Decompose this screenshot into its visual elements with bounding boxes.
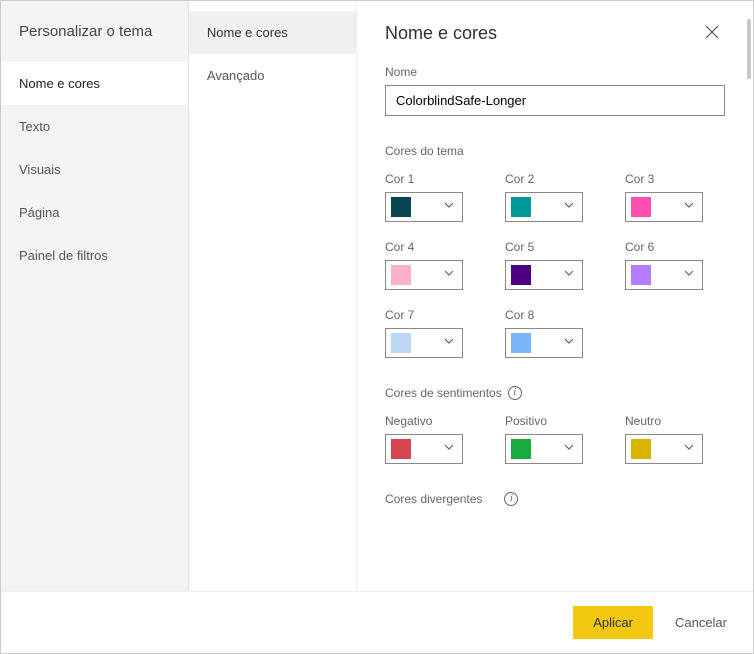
cancel-button[interactable]: Cancelar [671, 606, 731, 639]
color-label: Negativo [385, 414, 485, 428]
sidebar-item-visuais[interactable]: Visuais [1, 148, 188, 191]
dialog-footer: Aplicar Cancelar [1, 591, 753, 653]
theme-colors-grid: Cor 1 Cor 2 Cor 3 [385, 172, 725, 358]
color-swatch [511, 197, 531, 217]
color-cell-neutral: Neutro [625, 414, 725, 464]
chevron-down-icon [444, 338, 454, 348]
sidebar-primary: Personalizar o tema Nome e cores Texto V… [1, 1, 189, 591]
sentiment-label-text: Cores de sentimentos [385, 386, 502, 400]
color-swatch [391, 333, 411, 353]
chevron-down-icon [564, 270, 574, 280]
sidebar-item-label: Nome e cores [19, 76, 100, 91]
chevron-down-icon [444, 202, 454, 212]
color-label: Cor 8 [505, 308, 605, 322]
color-label: Cor 4 [385, 240, 485, 254]
color-label: Cor 5 [505, 240, 605, 254]
sentiment-colors-label: Cores de sentimentos i [385, 386, 725, 400]
subtab-label: Nome e cores [207, 25, 288, 40]
theme-name-input[interactable] [385, 85, 725, 116]
dialog-title: Personalizar o tema [1, 11, 188, 62]
color-cell-6: Cor 6 [625, 240, 725, 290]
name-label: Nome [385, 65, 725, 79]
chevron-down-icon [564, 338, 574, 348]
divergent-label-text: Cores divergentes [385, 492, 482, 506]
content-scroll[interactable]: Nome Cores do tema Cor 1 [357, 55, 753, 591]
color-cell-2: Cor 2 [505, 172, 605, 222]
chevron-down-icon [564, 444, 574, 454]
theme-dialog: Personalizar o tema Nome e cores Texto V… [0, 0, 754, 654]
color-swatch [511, 333, 531, 353]
color-cell-3: Cor 3 [625, 172, 725, 222]
color-picker-4[interactable] [385, 260, 463, 290]
color-swatch [391, 439, 411, 459]
close-button[interactable] [699, 23, 725, 45]
color-label: Cor 3 [625, 172, 725, 186]
color-label: Cor 6 [625, 240, 725, 254]
color-picker-1[interactable] [385, 192, 463, 222]
color-picker-7[interactable] [385, 328, 463, 358]
color-picker-8[interactable] [505, 328, 583, 358]
color-label: Cor 2 [505, 172, 605, 186]
content-pane: Nome e cores Nome Cores do tema Cor 1 [357, 1, 753, 591]
sidebar-secondary: Nome e cores Avançado [189, 1, 357, 591]
sidebar-item-label: Painel de filtros [19, 248, 108, 263]
chevron-down-icon [684, 202, 694, 212]
color-swatch [391, 265, 411, 285]
color-picker-2[interactable] [505, 192, 583, 222]
sidebar-item-nome-e-cores[interactable]: Nome e cores [1, 62, 188, 105]
info-icon[interactable]: i [508, 386, 522, 400]
sidebar-item-label: Texto [19, 119, 50, 134]
sentiment-colors-grid: Negativo Positivo Ne [385, 414, 725, 464]
color-cell-8: Cor 8 [505, 308, 605, 358]
content-header: Nome e cores [357, 1, 753, 55]
color-cell-5: Cor 5 [505, 240, 605, 290]
apply-button[interactable]: Aplicar [573, 606, 653, 639]
color-cell-negative: Negativo [385, 414, 485, 464]
dialog-main: Personalizar o tema Nome e cores Texto V… [1, 1, 753, 591]
color-cell-4: Cor 4 [385, 240, 485, 290]
sidebar-item-texto[interactable]: Texto [1, 105, 188, 148]
info-icon[interactable]: i [504, 492, 518, 506]
sidebar-item-pagina[interactable]: Página [1, 191, 188, 234]
color-picker-neutral[interactable] [625, 434, 703, 464]
sidebar-item-label: Visuais [19, 162, 61, 177]
color-picker-3[interactable] [625, 192, 703, 222]
content-heading: Nome e cores [385, 23, 497, 44]
subtab-label: Avançado [207, 68, 265, 83]
chevron-down-icon [684, 444, 694, 454]
color-label: Cor 1 [385, 172, 485, 186]
color-label: Neutro [625, 414, 725, 428]
chevron-down-icon [684, 270, 694, 280]
color-picker-6[interactable] [625, 260, 703, 290]
color-swatch [391, 197, 411, 217]
close-icon [705, 25, 719, 39]
chevron-down-icon [564, 202, 574, 212]
color-picker-5[interactable] [505, 260, 583, 290]
color-picker-positive[interactable] [505, 434, 583, 464]
scrollbar-thumb[interactable] [747, 19, 751, 79]
color-picker-negative[interactable] [385, 434, 463, 464]
color-swatch [511, 439, 531, 459]
color-label: Cor 7 [385, 308, 485, 322]
color-swatch [631, 265, 651, 285]
color-cell-1: Cor 1 [385, 172, 485, 222]
color-cell-7: Cor 7 [385, 308, 485, 358]
color-label: Positivo [505, 414, 605, 428]
divergent-colors-label: Cores divergentes i [385, 492, 725, 506]
sidebar-item-label: Página [19, 205, 59, 220]
color-swatch [511, 265, 531, 285]
subtab-nome-e-cores[interactable]: Nome e cores [189, 11, 356, 54]
subtab-avancado[interactable]: Avançado [189, 54, 356, 97]
color-swatch [631, 197, 651, 217]
color-cell-positive: Positivo [505, 414, 605, 464]
chevron-down-icon [444, 444, 454, 454]
color-swatch [631, 439, 651, 459]
chevron-down-icon [444, 270, 454, 280]
sidebar-item-painel-de-filtros[interactable]: Painel de filtros [1, 234, 188, 277]
theme-colors-label: Cores do tema [385, 144, 725, 158]
